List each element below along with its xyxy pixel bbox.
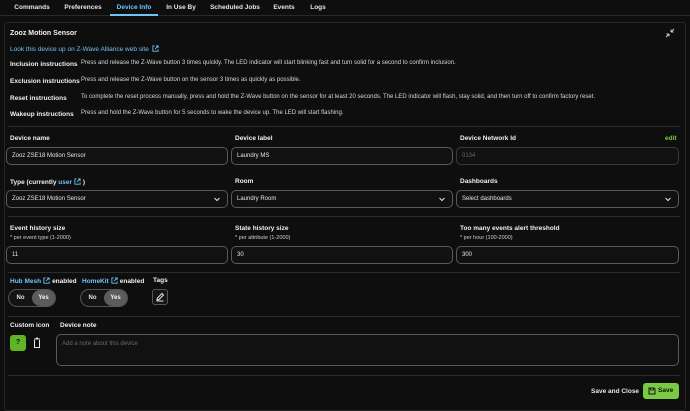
- device-title: Zooz Motion Sensor: [10, 30, 77, 37]
- tag-edit-button[interactable]: [152, 289, 168, 305]
- dashboards-select[interactable]: Select dashboards: [456, 190, 679, 208]
- tab-commands[interactable]: Commands: [6, 0, 58, 16]
- save-icon: [648, 387, 656, 395]
- device-note-textarea[interactable]: Add a note about this device: [56, 334, 679, 366]
- homekit-label: HomeKit enabled: [82, 277, 144, 285]
- delete-icon-button[interactable]: [30, 335, 46, 351]
- type-label-suffix: ): [81, 179, 85, 186]
- device-name-label: Device name: [10, 135, 50, 142]
- type-label-prefix: Type (currently: [10, 179, 59, 186]
- external-link-icon: [111, 277, 118, 284]
- tags-label: Tags: [153, 277, 168, 284]
- divider: [8, 216, 680, 217]
- state-history-label: State history size: [235, 225, 289, 232]
- type-label: Type (currently user ): [10, 178, 85, 186]
- save-button[interactable]: Save: [643, 383, 679, 399]
- dashboards-select-value: Select dashboards: [462, 196, 512, 202]
- tab-device-info[interactable]: Device Info: [110, 0, 158, 16]
- reset-text: To complete the reset process manually, …: [81, 94, 596, 100]
- homekit-yes[interactable]: Yes: [104, 290, 127, 306]
- room-label: Room: [235, 178, 254, 185]
- save-button-label: Save: [658, 387, 674, 394]
- events-threshold-label: Too many events alert threshold: [460, 225, 560, 232]
- type-user-link[interactable]: user: [58, 179, 72, 186]
- event-history-label: Event history size: [10, 225, 66, 232]
- tab-logs[interactable]: Logs: [302, 0, 334, 16]
- type-select[interactable]: Zooz ZSE18 Motion Sensor: [6, 190, 228, 208]
- homekit-link[interactable]: HomeKit: [82, 278, 109, 285]
- zwave-alliance-link-text[interactable]: Look this device up on Z-Wave Alliance w…: [10, 46, 149, 53]
- device-label-label: Device label: [235, 135, 273, 142]
- reset-label: Reset instructions: [10, 95, 67, 102]
- events-threshold-input[interactable]: 300: [456, 246, 679, 264]
- divider: [8, 126, 680, 127]
- save-and-close-button[interactable]: Save and Close: [591, 388, 639, 395]
- device-name-input[interactable]: Zooz ZSE18 Motion Sensor: [6, 147, 228, 165]
- network-id-input[interactable]: 0134: [456, 147, 679, 165]
- inclusion-label: Inclusion instructions: [10, 61, 78, 68]
- custom-icon-button[interactable]: ?: [10, 335, 26, 351]
- inclusion-text: Press and release the Z-Wave button 3 ti…: [81, 60, 456, 66]
- room-select[interactable]: Laundry Room: [231, 190, 453, 208]
- wakeup-label: Wakeup instructions: [10, 111, 74, 118]
- hub-mesh-suffix: enabled: [52, 278, 77, 285]
- exclusion-label: Exclusion instructions: [10, 78, 80, 85]
- homekit-suffix: enabled: [119, 278, 145, 285]
- event-history-hint: * per event type (1-2000): [10, 235, 71, 241]
- room-select-value: Laundry Room: [237, 196, 277, 202]
- chevron-down-icon: [439, 197, 445, 202]
- hub-mesh-yes[interactable]: Yes: [32, 290, 55, 306]
- collapse-icon[interactable]: [665, 28, 675, 38]
- divider: [8, 375, 680, 376]
- tab-bar: Commands Preferences Device Info In Use …: [0, 0, 690, 16]
- hub-mesh-no[interactable]: No: [9, 290, 32, 306]
- network-id-label: Device Network Id: [460, 135, 516, 142]
- device-label-input[interactable]: Laundry MS: [231, 147, 453, 165]
- network-id-edit-link[interactable]: edit: [665, 135, 677, 142]
- tab-in-use-by[interactable]: In Use By: [160, 0, 202, 16]
- custom-icon-label: Custom icon: [10, 322, 50, 329]
- hub-mesh-label: Hub Mesh enabled: [10, 277, 77, 285]
- homekit-no[interactable]: No: [81, 290, 104, 306]
- tab-preferences[interactable]: Preferences: [58, 0, 108, 16]
- exclusion-text: Press and release the Z-Wave button on t…: [81, 77, 301, 83]
- chevron-down-icon: [214, 197, 220, 202]
- zwave-alliance-link[interactable]: Look this device up on Z-Wave Alliance w…: [10, 45, 159, 53]
- external-link-icon: [74, 178, 81, 185]
- external-link-icon: [43, 277, 50, 284]
- tab-scheduled-jobs[interactable]: Scheduled Jobs: [204, 0, 266, 16]
- type-select-value: Zooz ZSE18 Motion Sensor: [12, 196, 86, 202]
- hub-mesh-link[interactable]: Hub Mesh: [10, 278, 41, 285]
- trash-icon: [34, 337, 40, 348]
- wakeup-text: Press and hold the Z-Wave button for 5 s…: [81, 110, 344, 116]
- event-history-input[interactable]: 11: [6, 246, 228, 264]
- divider: [8, 272, 680, 273]
- chevron-down-icon: [665, 197, 671, 202]
- state-history-hint: * per attribute (1-2000): [235, 235, 291, 241]
- external-link-icon: [152, 45, 159, 52]
- divider: [8, 316, 680, 317]
- homekit-toggle[interactable]: No Yes: [80, 289, 128, 307]
- hub-mesh-toggle[interactable]: No Yes: [8, 289, 56, 307]
- tab-events[interactable]: Events: [268, 0, 300, 16]
- events-threshold-hint: * per hour (100-2000): [460, 235, 513, 241]
- device-note-label: Device note: [60, 322, 97, 329]
- dashboards-label: Dashboards: [460, 178, 498, 185]
- state-history-input[interactable]: 30: [231, 246, 453, 264]
- tag-edit-icon: [156, 292, 165, 302]
